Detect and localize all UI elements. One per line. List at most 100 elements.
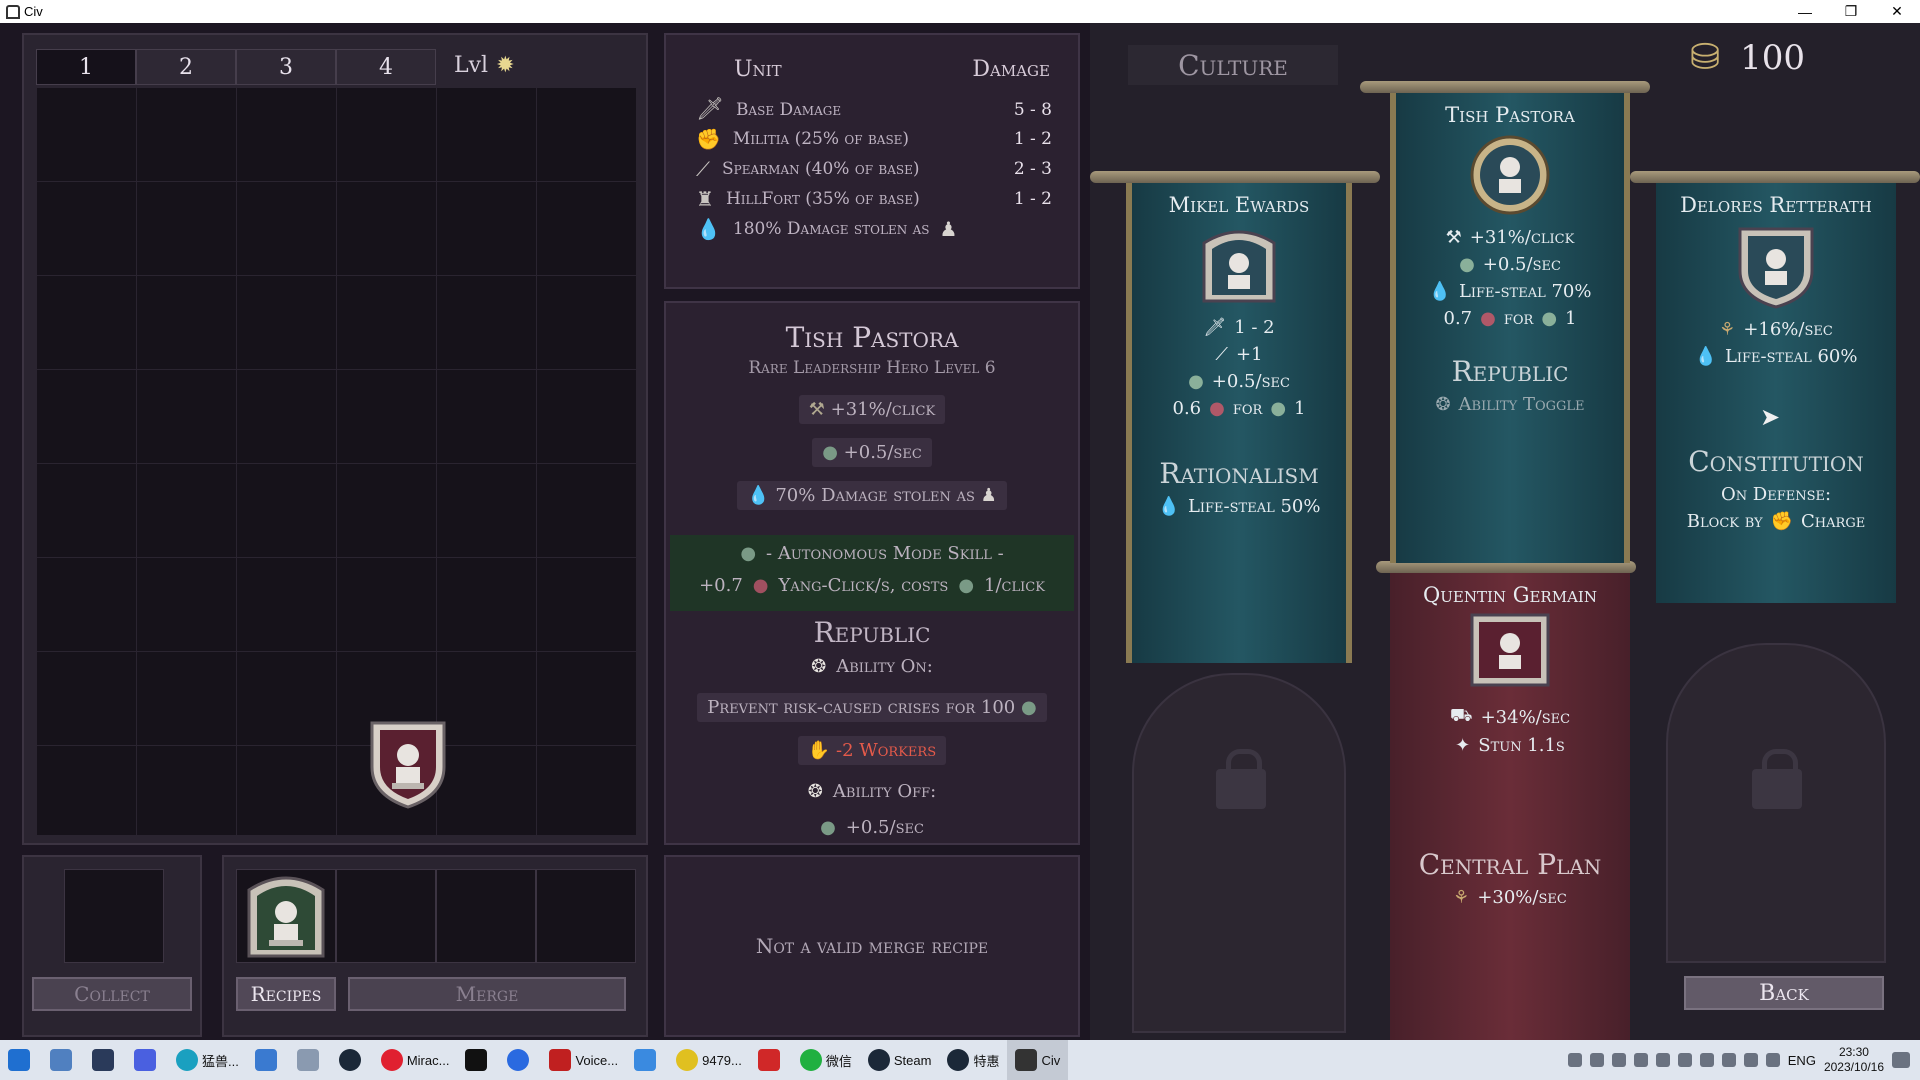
banner-delores-retterath[interactable]: Delores Retterath ⚘ +16%/sec 💧 Life-steal … bbox=[1656, 183, 1896, 603]
fist-icon: ✊ bbox=[696, 127, 721, 151]
merge-slot-3[interactable] bbox=[436, 869, 536, 963]
windows-start-icon bbox=[8, 1049, 30, 1071]
network-icon[interactable] bbox=[1743, 1053, 1758, 1067]
banner-mikel-ewards[interactable]: Mikel Ewards 🗡 1 - 2 ⟋ +1 ● +0.5/sec 0.6 ● … bbox=[1126, 183, 1352, 663]
taskbar-item[interactable] bbox=[0, 1040, 42, 1080]
merge-slot-1[interactable] bbox=[236, 869, 336, 963]
tray-app-icon[interactable] bbox=[1677, 1053, 1692, 1067]
language-indicator[interactable]: ENG bbox=[1788, 1053, 1816, 1068]
yang-click-icon: ● bbox=[1209, 398, 1225, 419]
collect-button[interactable]: Collect bbox=[32, 977, 192, 1011]
banner-stat-text: 0.6 bbox=[1172, 398, 1202, 419]
ability-off-row: ❂ Ability Off: bbox=[666, 781, 1078, 802]
banner-stat-text: Life-steal 60% bbox=[1724, 346, 1858, 367]
back-button[interactable]: Back bbox=[1684, 976, 1884, 1010]
clock[interactable]: 23:30 2023/10/16 bbox=[1824, 1045, 1884, 1075]
auto-skill-label: - Autonomous Mode Skill - bbox=[766, 543, 1004, 564]
sec-bonus-row: ● +0.5/sec bbox=[666, 438, 1078, 467]
banner-stat-text: 0.7 bbox=[1443, 308, 1473, 329]
window-controls: — ❐ ✕ bbox=[1782, 0, 1920, 23]
taskbar-item[interactable] bbox=[42, 1040, 84, 1080]
u-app-icon bbox=[92, 1049, 114, 1071]
hero-detail-panel: Tish Pastora Rare Leadership Hero Level … bbox=[664, 301, 1080, 845]
steal-row: 💧 70% Damage stolen as ♟ bbox=[666, 481, 1078, 510]
stat-value: 1 - 2 bbox=[1013, 189, 1052, 209]
window-title: Civ bbox=[24, 4, 43, 19]
auto-skill-detail: +0.7 ● Yang-Click/s, costs ● 1/click bbox=[670, 575, 1074, 596]
taskbar-item[interactable] bbox=[331, 1040, 373, 1080]
tray-app-icon[interactable] bbox=[1633, 1053, 1648, 1067]
window-titlebar: Civ — ❐ ✕ bbox=[0, 0, 1920, 23]
tray-app-icon[interactable] bbox=[1655, 1053, 1670, 1067]
merge-button[interactable]: Merge bbox=[348, 977, 626, 1011]
taskbar-item[interactable]: 微信 bbox=[792, 1040, 860, 1080]
banner-stat: On Defense: bbox=[1656, 484, 1896, 505]
ability-toggle[interactable]: ❂ Ability Toggle bbox=[1396, 394, 1624, 415]
k-app-icon bbox=[507, 1049, 530, 1071]
taskbar-item[interactable]: Mirac... bbox=[373, 1040, 458, 1080]
tray-app-icon[interactable] bbox=[1567, 1053, 1582, 1067]
taskbar-item[interactable] bbox=[750, 1040, 792, 1080]
tray-app-icon[interactable] bbox=[1699, 1053, 1714, 1067]
close-button[interactable]: ✕ bbox=[1874, 0, 1920, 23]
locked-slot bbox=[1132, 673, 1346, 1033]
banner-tish-pastora[interactable]: Tish Pastora ⚒ +31%/click ● +0.5/sec 💧 Life… bbox=[1390, 93, 1630, 563]
taskbar-item-civ[interactable]: Civ bbox=[1007, 1040, 1069, 1080]
blood-drop-icon: 💧 bbox=[696, 217, 721, 241]
banner-quentin-germain[interactable]: Quentin Germain ⛟ +34%/sec ✦ Stun 1.1s Cen… bbox=[1390, 573, 1630, 1040]
netease-icon bbox=[380, 1049, 403, 1071]
yang-orb-icon: ● bbox=[1020, 697, 1037, 718]
stat-row: ✊ Militia (25% of base) 1 - 2 bbox=[696, 127, 1052, 151]
prevent-row: Prevent risk-caused crises for 100 ● bbox=[666, 693, 1078, 722]
taskbar-item[interactable] bbox=[626, 1040, 668, 1080]
off-bonus-text: +0.5/sec bbox=[845, 817, 924, 838]
hero-shield-icon bbox=[370, 721, 446, 809]
tray-app-icon[interactable] bbox=[1611, 1053, 1626, 1067]
grid-tab-3[interactable]: 3 bbox=[236, 49, 336, 85]
yang-orb-icon: ● bbox=[822, 442, 838, 463]
merge-slot-2[interactable] bbox=[336, 869, 436, 963]
merge-slot-4[interactable] bbox=[536, 869, 636, 963]
unit-grid[interactable] bbox=[36, 87, 636, 835]
level-sort-button[interactable]: Lvl ✹ bbox=[454, 53, 515, 78]
taskbar-label: Voice... bbox=[575, 1052, 619, 1068]
recipes-button[interactable]: Recipes bbox=[236, 977, 336, 1011]
banner-stat-text: +16%/sec bbox=[1743, 319, 1833, 340]
banner-stat: ✦ Stun 1.1s bbox=[1390, 735, 1630, 756]
merge-message-panel: Not a valid merge recipe bbox=[664, 855, 1080, 1037]
taskbar-item[interactable]: 猛兽... bbox=[168, 1040, 247, 1080]
taskbar-item[interactable] bbox=[84, 1040, 126, 1080]
banner-culture-title: Central Plan bbox=[1418, 848, 1602, 881]
taskbar-item[interactable] bbox=[126, 1040, 168, 1080]
minimize-button[interactable]: — bbox=[1782, 0, 1828, 23]
notification-icon[interactable] bbox=[1892, 1052, 1910, 1068]
banner-stat: 💧 Life-steal 50% bbox=[1132, 496, 1346, 517]
taskbar-item[interactable] bbox=[289, 1040, 331, 1080]
grid-tab-1[interactable]: 1 bbox=[36, 49, 136, 85]
taskbar-item[interactable]: 9479... bbox=[668, 1040, 750, 1080]
volume-icon[interactable] bbox=[1765, 1053, 1780, 1067]
autonomous-skill-box: ● - Autonomous Mode Skill - +0.7 ● Yang-… bbox=[670, 535, 1074, 611]
hero-shield-unit[interactable] bbox=[366, 717, 450, 815]
collect-slot[interactable] bbox=[64, 869, 164, 963]
taskbar-item[interactable]: Voice... bbox=[541, 1040, 626, 1080]
blood-drop-icon: 💧 bbox=[747, 485, 770, 506]
banner-stat: ● +0.5/sec bbox=[1396, 254, 1624, 275]
civ-icon bbox=[1015, 1049, 1038, 1071]
yang-click-icon: ● bbox=[752, 575, 769, 596]
banner-stat-text: Charge bbox=[1801, 511, 1866, 532]
tray-app-icon[interactable] bbox=[1721, 1053, 1736, 1067]
tray-app-icon[interactable] bbox=[1589, 1053, 1604, 1067]
stat-row: 🗡 Base Damage 5 - 8 bbox=[696, 97, 1052, 122]
banner-hero-name: Delores Retterath bbox=[1680, 193, 1872, 217]
restore-button[interactable]: ❐ bbox=[1828, 0, 1874, 23]
grid-tab-2[interactable]: 2 bbox=[136, 49, 236, 85]
taskbar-item[interactable]: 特惠 bbox=[939, 1040, 1007, 1080]
taskbar-item[interactable] bbox=[499, 1040, 541, 1080]
taskbar-item[interactable]: Steam bbox=[860, 1040, 940, 1080]
taskbar-item[interactable] bbox=[457, 1040, 499, 1080]
culture-title: Culture bbox=[1128, 45, 1338, 85]
taskbar-item[interactable] bbox=[247, 1040, 289, 1080]
grid-tab-4[interactable]: 4 bbox=[336, 49, 436, 85]
windows-taskbar: 猛兽... Mirac... Voice... 9479... 微信 Steam… bbox=[0, 1040, 1920, 1080]
